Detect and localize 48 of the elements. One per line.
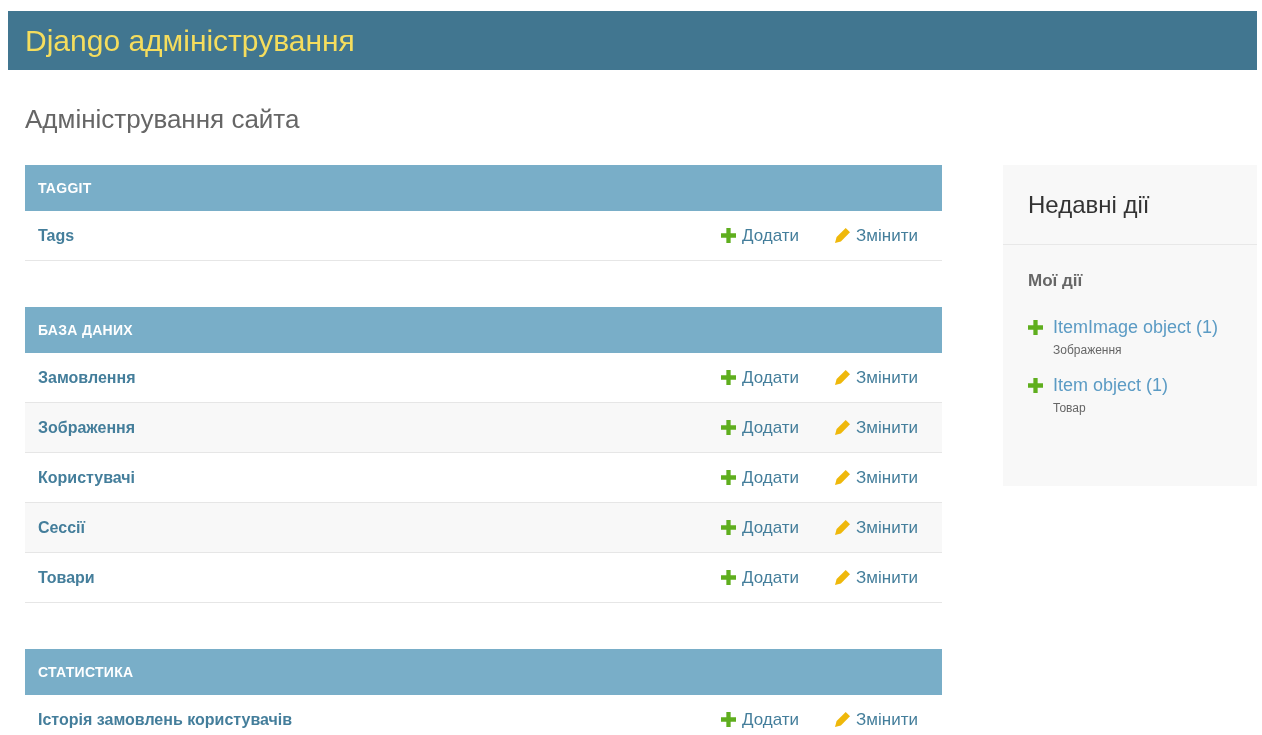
object-link[interactable]: ItemImage object (1)	[1053, 317, 1219, 338]
module-caption[interactable]: TAGGIT	[25, 165, 942, 211]
model-link[interactable]: Зображення	[38, 418, 136, 437]
pencil-icon	[835, 520, 851, 535]
model-link[interactable]: Історія замовлень користувачів	[38, 710, 293, 729]
site-title[interactable]: Django адміністрування	[25, 23, 355, 58]
model-link[interactable]: Товари	[38, 568, 95, 587]
add-link[interactable]: Додати	[721, 467, 800, 488]
add-link[interactable]: Додати	[721, 417, 800, 438]
plus-icon	[721, 570, 736, 585]
model-name: Товар	[1053, 401, 1087, 415]
change-link[interactable]: Змінити	[835, 467, 918, 488]
add-link[interactable]: Додати	[721, 367, 800, 388]
add-link[interactable]: Додати	[721, 517, 800, 538]
add-link[interactable]: Додати	[721, 225, 800, 246]
object-link[interactable]: Item object (1)	[1053, 375, 1169, 396]
model-link[interactable]: Замовлення	[38, 368, 136, 387]
add-link[interactable]: Додати	[721, 709, 800, 730]
module-caption[interactable]: БАЗА ДАНИХ	[25, 307, 942, 353]
model-link[interactable]: Сессії	[38, 518, 85, 537]
page-title: Адміністрування сайта	[25, 104, 301, 135]
model-link[interactable]: Користувачі	[38, 468, 136, 487]
plus-icon	[721, 370, 736, 385]
panel-subtitle: Мої дії	[1028, 271, 1084, 291]
plus-icon	[1028, 378, 1043, 393]
change-link[interactable]: Змінити	[835, 709, 918, 730]
change-link[interactable]: Змінити	[835, 417, 918, 438]
plus-icon	[1028, 320, 1043, 335]
change-link[interactable]: Змінити	[835, 517, 918, 538]
model-name: Зображення	[1053, 343, 1123, 357]
change-link[interactable]: Змінити	[835, 567, 918, 588]
plus-icon	[721, 712, 736, 727]
model-link[interactable]: Tags	[38, 226, 75, 245]
add-link[interactable]: Додати	[721, 567, 800, 588]
pencil-icon	[835, 570, 851, 585]
plus-icon	[721, 228, 736, 243]
module-caption[interactable]: СТАТИСТИКА	[25, 649, 942, 695]
change-link[interactable]: Змінити	[835, 225, 918, 246]
pencil-icon	[835, 712, 851, 727]
plus-icon	[721, 520, 736, 535]
plus-icon	[721, 420, 736, 435]
pencil-icon	[835, 420, 851, 435]
pencil-icon	[835, 370, 851, 385]
pencil-icon	[835, 228, 851, 243]
panel-title: Недавні дії	[1003, 165, 1257, 245]
change-link[interactable]: Змінити	[835, 367, 918, 388]
pencil-icon	[835, 470, 851, 485]
plus-icon	[721, 470, 736, 485]
